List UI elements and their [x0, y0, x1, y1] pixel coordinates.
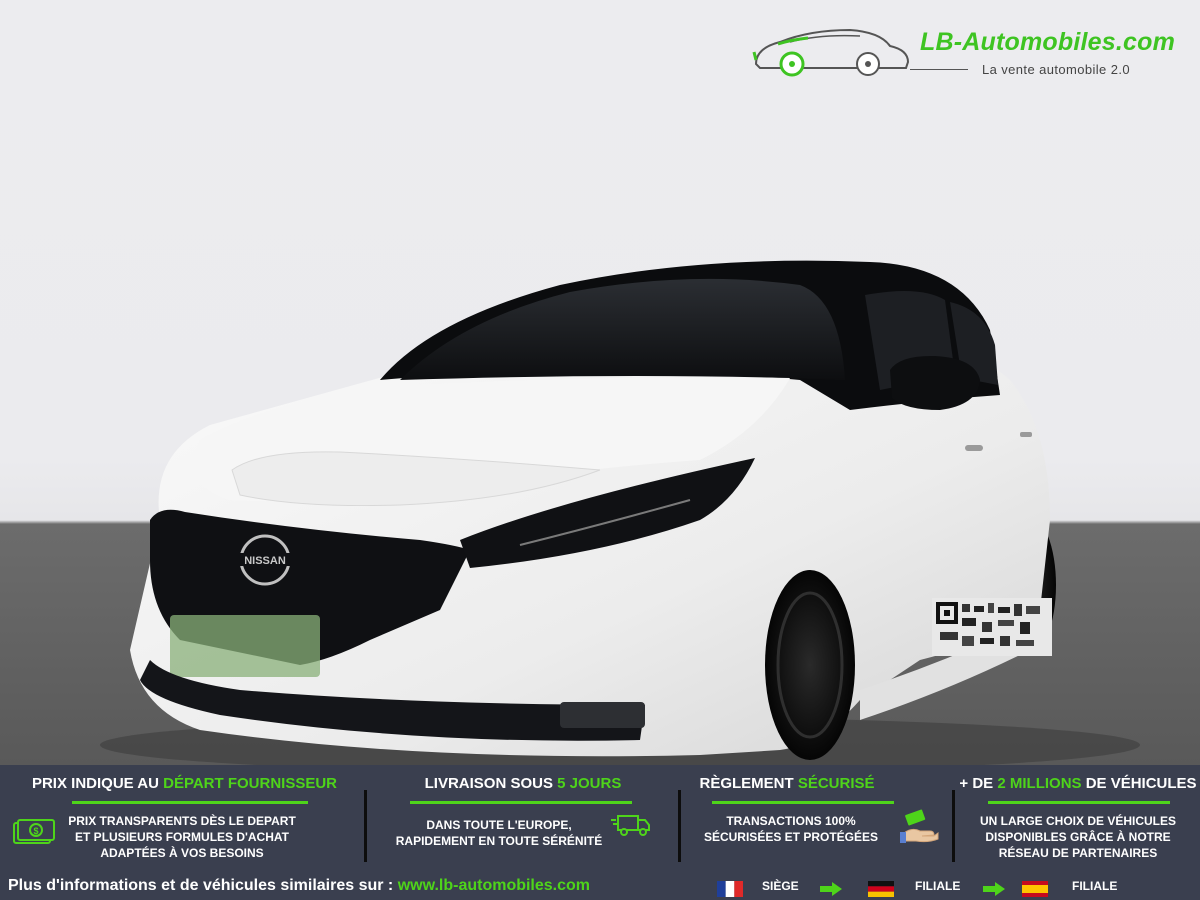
feature-vehicles-desc: UN LARGE CHOIX DE VÉHICULES DISPONIBLES … [956, 813, 1200, 861]
feature-price-desc-line: PRIX TRANSPARENTS DÈS LE DEPART [68, 814, 296, 828]
feature-delivery-desc: DANS TOUTE L'EUROPE, RAPIDEMENT EN TOUTE… [390, 817, 608, 849]
feature-vehicles-desc-line: UN LARGE CHOIX DE VÉHICULES [979, 814, 1177, 828]
more-info-text: Plus d'informations et de véhicules simi… [8, 877, 590, 895]
feature-payment-underline [712, 801, 894, 804]
svg-text:$: $ [33, 826, 38, 836]
car-photo: NISSAN LB-Automobiles.com La vente autom… [0, 0, 1200, 765]
fog-light [560, 702, 645, 728]
nissan-badge-text: NISSAN [244, 555, 286, 567]
website-link[interactable]: www.lb-automobiles.com [398, 877, 590, 894]
feature-vehicles-title-highlight: 2 MILLIONS [997, 775, 1082, 792]
france-flag-icon [717, 881, 743, 897]
feature-delivery-desc-line: RAPIDEMENT EN TOUTE SÉRÉNITÉ [395, 834, 603, 848]
car-illustration: NISSAN [100, 260, 1140, 765]
germany-flag-icon [868, 881, 894, 897]
location-label-france: SIÈGE [762, 879, 799, 893]
more-info-prefix: Plus d'informations et de véhicules simi… [8, 877, 398, 894]
feature-price-desc-line: ADAPTÉES À VOS BESOINS [100, 846, 264, 860]
feature-vehicles-desc-line: DISPONIBLES GRÂCE À NOTRE [985, 830, 1171, 844]
feature-price-title-highlight: DÉPART FOURNISSEUR [163, 775, 338, 792]
feature-payment-desc: TRANSACTIONS 100% SÉCURISÉES ET PROTÉGÉE… [698, 813, 884, 845]
feature-vehicles-title-prefix: + DE [959, 775, 998, 792]
feature-delivery-title-highlight: 5 JOURS [557, 775, 622, 792]
arrow-right-icon [820, 882, 842, 896]
feature-vehicles-title: + DE 2 MILLIONS DE VÉHICULES [956, 775, 1200, 792]
feature-vehicles-desc-line: RÉSEAU DE PARTENAIRES [998, 846, 1158, 860]
feature-payment-desc-line: TRANSACTIONS 100% [726, 814, 856, 828]
feature-delivery-title: LIVRAISON SOUS 5 JOURS [368, 775, 678, 792]
divider [952, 790, 955, 862]
qr-sticker [932, 598, 1052, 656]
feature-vehicles-title-suffix: DE VÉHICULES [1081, 775, 1197, 792]
door-handle-front [965, 445, 983, 451]
feature-delivery: LIVRAISON SOUS 5 JOURS DANS TOUTE L'EURO… [368, 765, 678, 865]
brand-name: LB-Automobiles.com [920, 28, 1175, 56]
brand-tagline: La vente automobile 2.0 [982, 62, 1130, 77]
location-label-germany: FILIALE [915, 879, 961, 893]
feature-payment-title-highlight: SÉCURISÉ [797, 775, 875, 792]
feature-price: PRIX INDIQUE AU DÉPART FOURNISSEUR $ PRI… [0, 765, 365, 865]
feature-delivery-title-prefix: LIVRAISON SOUS [424, 775, 558, 792]
door-handle-rear [1020, 432, 1032, 437]
footer-line: Plus d'informations et de véhicules simi… [0, 869, 1200, 900]
feature-vehicles-underline [988, 801, 1170, 804]
license-plate-blurred [170, 615, 320, 677]
feature-payment-title-prefix: RÈGLEMENT [699, 775, 798, 792]
feature-delivery-underline [410, 801, 632, 804]
feature-price-title-prefix: PRIX INDIQUE AU [31, 775, 164, 792]
feature-payment: RÈGLEMENT SÉCURISÉ TRANSACTIONS 100% SÉC… [682, 765, 952, 865]
spain-flag-icon [1022, 881, 1048, 897]
arrow-right-icon [983, 882, 1005, 896]
feature-delivery-desc-line: DANS TOUTE L'EUROPE, [426, 818, 572, 832]
feature-price-title: PRIX INDIQUE AU DÉPART FOURNISSEUR [10, 775, 359, 792]
payment-hand-icon [900, 809, 940, 850]
logo-rule [910, 69, 968, 70]
brand-logo[interactable]: LB-Automobiles.com La vente automobile 2… [750, 22, 1200, 82]
money-icon: $ [12, 818, 56, 851]
delivery-truck-icon [610, 811, 652, 844]
info-band: PRIX INDIQUE AU DÉPART FOURNISSEUR $ PRI… [0, 765, 1200, 900]
feature-payment-title: RÈGLEMENT SÉCURISÉ [682, 775, 892, 792]
feature-payment-desc-line: SÉCURISÉES ET PROTÉGÉES [703, 830, 879, 844]
feature-price-desc: PRIX TRANSPARENTS DÈS LE DEPART ET PLUSI… [62, 813, 302, 861]
divider [364, 790, 367, 862]
listing-page: NISSAN LB-Automobiles.com La vente autom… [0, 0, 1200, 900]
divider [678, 790, 681, 862]
location-label-spain: FILIALE [1072, 879, 1118, 893]
feature-price-underline [72, 801, 308, 804]
car-logo-icon [752, 28, 910, 77]
feature-vehicles: + DE 2 MILLIONS DE VÉHICULES UN LARGE CH… [956, 765, 1200, 865]
feature-price-desc-line: ET PLUSIEURS FORMULES D'ACHAT [75, 830, 289, 844]
